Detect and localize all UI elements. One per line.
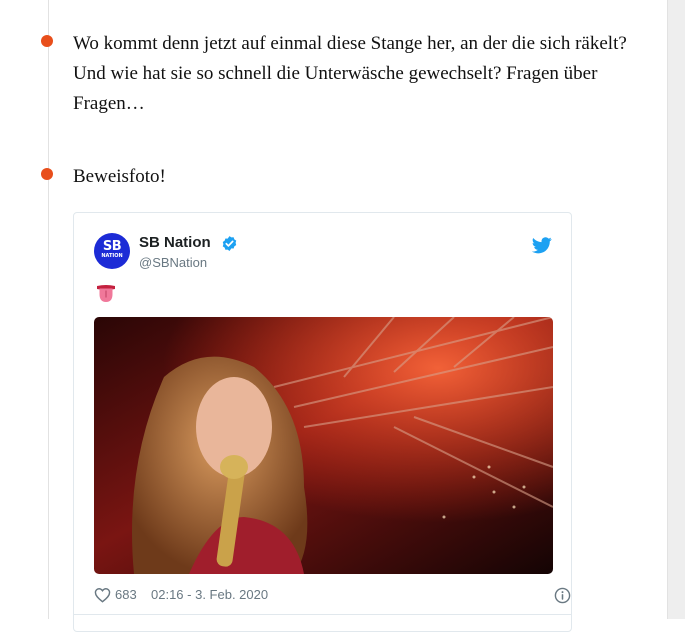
avatar[interactable]: SB NATION: [94, 233, 130, 269]
tweet-divider: [74, 614, 571, 615]
twitter-bird-icon[interactable]: [532, 237, 552, 254]
timeline-entry-text: Wo kommt denn jetzt auf einmal diese Sta…: [73, 33, 627, 114]
avatar-logo-subtext: NATION: [101, 253, 123, 259]
info-icon[interactable]: [554, 587, 571, 604]
tweet-author-handle[interactable]: @SBNation: [139, 255, 207, 270]
like-count[interactable]: 683: [115, 587, 137, 602]
tweet-timestamp[interactable]: 02:16 - 3. Feb. 2020: [151, 587, 268, 602]
right-sidebar-gutter: [667, 0, 685, 619]
avatar-logo-text: SB: [102, 239, 122, 254]
heart-icon[interactable]: [94, 587, 111, 603]
timeline-entry-text: Beweisfoto!: [73, 166, 166, 187]
timeline-line: [48, 0, 49, 619]
embedded-tweet[interactable]: SB NATION SB Nation @SBNation 683 02:16 …: [73, 212, 572, 632]
timeline-bullet: [41, 168, 53, 180]
tongue-emoji-icon: [97, 285, 115, 302]
tweet-author-name[interactable]: SB Nation: [139, 234, 211, 251]
timeline-bullet: [41, 35, 53, 47]
verified-badge-icon: [222, 236, 237, 251]
tweet-media-image[interactable]: [94, 317, 553, 574]
